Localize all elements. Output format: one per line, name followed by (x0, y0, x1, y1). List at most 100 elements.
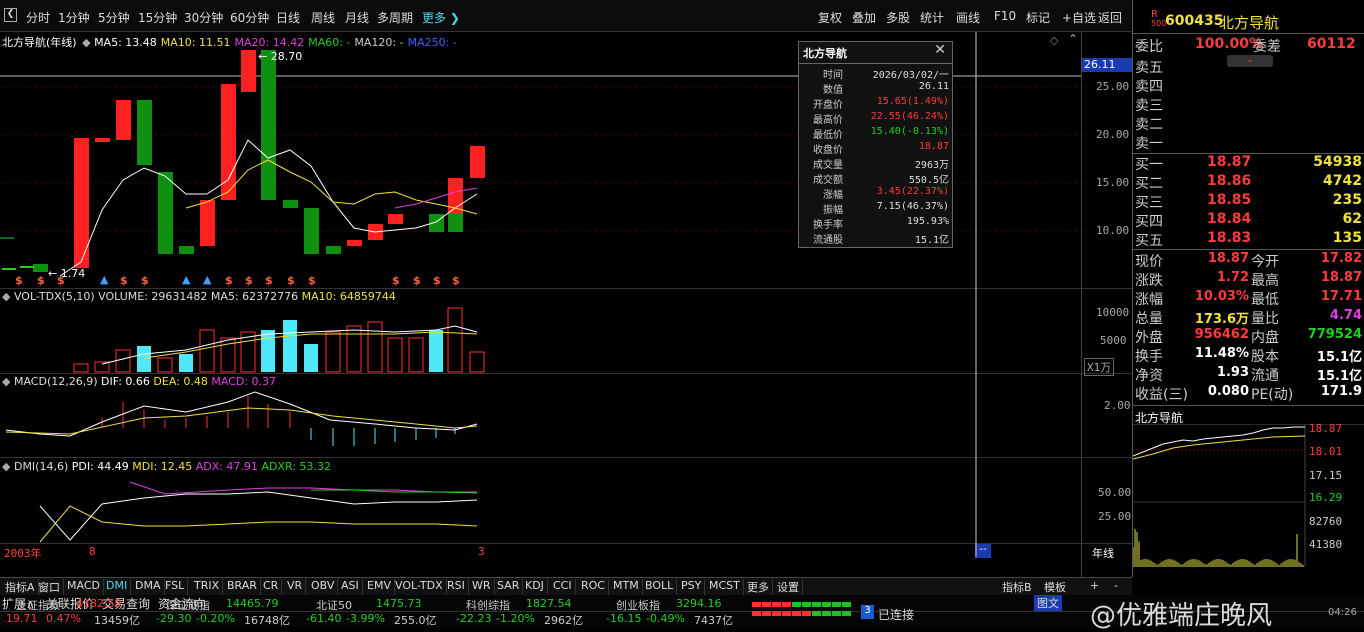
period-tab-7[interactable]: 周线 (311, 9, 335, 26)
indicator-tab-指标A[interactable]: 指标A (2, 579, 39, 595)
indicator-tab-KDJ[interactable]: KDJ (522, 579, 548, 595)
buy-signal-marker: ▲ (182, 273, 191, 286)
indicator-right-2[interactable]: + (1090, 579, 1099, 592)
indicator-tabbar: 指标A 窗口 MACD DMI DMA FSL TRIX BRAR CR VR OBV ASI EMV V… (0, 577, 1132, 595)
period-tab-3[interactable]: 15分钟 (138, 9, 177, 26)
period-tab-6[interactable]: 日线 (276, 9, 300, 26)
candle (470, 146, 485, 178)
indicator-tab-MACD[interactable]: MACD (64, 579, 104, 595)
indicator-tab-MCST[interactable]: MCST (706, 579, 744, 595)
index-value: 14465.79 (226, 597, 279, 610)
index-value: 1475.73 (376, 597, 422, 610)
tooltip-title: 北方导航 (803, 47, 847, 60)
toolbar-button-7[interactable]: +自选 (1062, 9, 1096, 26)
period-tab-0[interactable]: 分时 (26, 9, 50, 26)
index-name[interactable]: 上证指数 (16, 597, 60, 613)
toolbar-button-0[interactable]: 复权 (818, 9, 842, 26)
toolbar-button-3[interactable]: 统计 (920, 9, 944, 26)
stat-value: 15.1亿 (1316, 350, 1362, 365)
toolbar-button-6[interactable]: 标记 (1026, 9, 1050, 26)
volume-bar (304, 344, 318, 372)
tooltip-key: 收盘价 (813, 145, 843, 156)
tooltip-value: 18.87 (918, 141, 949, 152)
candle (200, 200, 215, 246)
dif-line (5, 391, 478, 437)
indicator-tab-BRAR[interactable]: BRAR (224, 579, 261, 595)
bid-price: 18.83 (1207, 230, 1252, 246)
breadth-bar (822, 602, 831, 607)
volume-bar (367, 321, 383, 373)
volume-bar (261, 330, 275, 372)
watermark: @优雅端庄晚风 (1090, 601, 1273, 631)
indicator-right-1[interactable]: 模板 (1044, 579, 1066, 595)
close-icon[interactable]: ✕ (934, 42, 946, 58)
period-tab-4[interactable]: 30分钟 (184, 9, 223, 26)
sell-signal-marker: $ (15, 274, 23, 287)
candle (283, 200, 298, 208)
indicator-right-3[interactable]: - (1114, 579, 1118, 592)
period-tab-8[interactable]: 月线 (345, 9, 369, 26)
tooltip-key: 振幅 (823, 205, 843, 216)
toolbar-button-4[interactable]: 画线 (956, 9, 980, 26)
index-name[interactable]: 创业板指 (616, 597, 660, 613)
indicator-tab-SAR[interactable]: SAR (494, 579, 524, 595)
indicator-tab-EMV[interactable]: EMV (364, 579, 395, 595)
tooltip-row: 最高价 22.55(46.24%) (799, 111, 952, 126)
back-icon[interactable]: ❮ (4, 8, 17, 22)
breadth-bar (782, 602, 791, 607)
period-tab-2[interactable]: 5分钟 (98, 9, 130, 26)
indicator-tab-设置[interactable]: 设置 (774, 579, 803, 595)
candle (20, 266, 34, 268)
candle (261, 50, 276, 200)
tooltip-value: 2963万 (914, 160, 949, 171)
indicator-tab-VR[interactable]: VR (284, 579, 307, 595)
indicator-tab-FSL[interactable]: FSL (162, 579, 189, 595)
toolbar-button-2[interactable]: 多股 (886, 9, 910, 26)
indicator-tab-BOLL[interactable]: BOLL (642, 579, 678, 595)
toolbar-button-5[interactable]: F10 (994, 9, 1016, 23)
index-name[interactable]: 北证50 (316, 597, 352, 613)
stat-value: 0.080 (1207, 384, 1249, 399)
indicator-tab-RSI[interactable]: RSI (444, 579, 469, 595)
breadth-bar (802, 602, 811, 607)
toolbar-button-1[interactable]: 叠加 (852, 9, 876, 26)
graphic-tab[interactable]: 图文 (1034, 595, 1062, 611)
bid-volume: 4742 (1323, 173, 1362, 189)
indicator-tab-OBV[interactable]: OBV (308, 579, 339, 595)
indicator-tab-窗口[interactable]: 窗口 (35, 579, 64, 595)
indicator-tab-ASI[interactable]: ASI (338, 579, 363, 595)
index-name[interactable]: 科创综指 (466, 597, 510, 613)
period-tab-1[interactable]: 1分钟 (58, 9, 90, 26)
vol-unit-label: X1万 (1084, 358, 1115, 376)
status-bar: 扩展∧ 关联报价 交易查询 资金流向 图文 上证指数 4182.59 19.71 0.47%… (0, 595, 1364, 631)
chart-area[interactable]: 北方导航(年线) ◆ MA5: 13.48 MA10: 11.51 MA20: 14… (0, 32, 1132, 577)
period-tab-9[interactable]: 多周期 (377, 9, 413, 26)
indicator-tab-WR[interactable]: WR (469, 579, 495, 595)
indicator-tab-更多[interactable]: 更多 (744, 579, 773, 595)
indicator-tab-CR[interactable]: CR (260, 579, 283, 595)
stat-value: 956462 (1194, 327, 1249, 342)
chevron-down-icon[interactable]: ⌄ (1227, 55, 1273, 67)
breadth-bar (752, 602, 761, 607)
stat-value: 4.74 (1329, 308, 1362, 323)
indicator-tab-DMI[interactable]: DMI (103, 579, 132, 595)
price-tick: 25.00 (1096, 80, 1130, 93)
tooltip-value: 2026/03/02/一 (872, 70, 949, 81)
indicator-tab-ROC[interactable]: ROC (578, 579, 609, 595)
stat-value: 173.6万 (1194, 312, 1249, 327)
indicator-tab-TRIX[interactable]: TRIX (191, 579, 224, 595)
period-tab-5[interactable]: 60分钟 (230, 9, 269, 26)
sell-signal-marker: $ (225, 274, 233, 287)
more-periods-link[interactable]: 更多 ❯ (422, 9, 460, 26)
price-tick: 20.00 (1096, 128, 1130, 141)
stat-label: 总量 (1135, 311, 1163, 327)
indicator-right-0[interactable]: 指标B (1002, 579, 1032, 595)
indicator-tab-MTM[interactable]: MTM (610, 579, 643, 595)
period-toolbar: ❮ 分时 1分钟 5分钟 15分钟 30分钟 60分钟 日线 周线 月线 多周期 更多 ❯ 复权叠… (0, 0, 1132, 32)
toolbar-button-8[interactable]: 返回 (1098, 9, 1122, 26)
indicator-tab-DMA[interactable]: DMA (132, 579, 165, 595)
indicator-tab-VOL-TDX[interactable]: VOL-TDX (392, 579, 447, 595)
indicator-tab-PSY[interactable]: PSY (678, 579, 706, 595)
indicator-tab-CCI[interactable]: CCI (550, 579, 576, 595)
index-name[interactable]: 深证成指 (166, 597, 210, 613)
